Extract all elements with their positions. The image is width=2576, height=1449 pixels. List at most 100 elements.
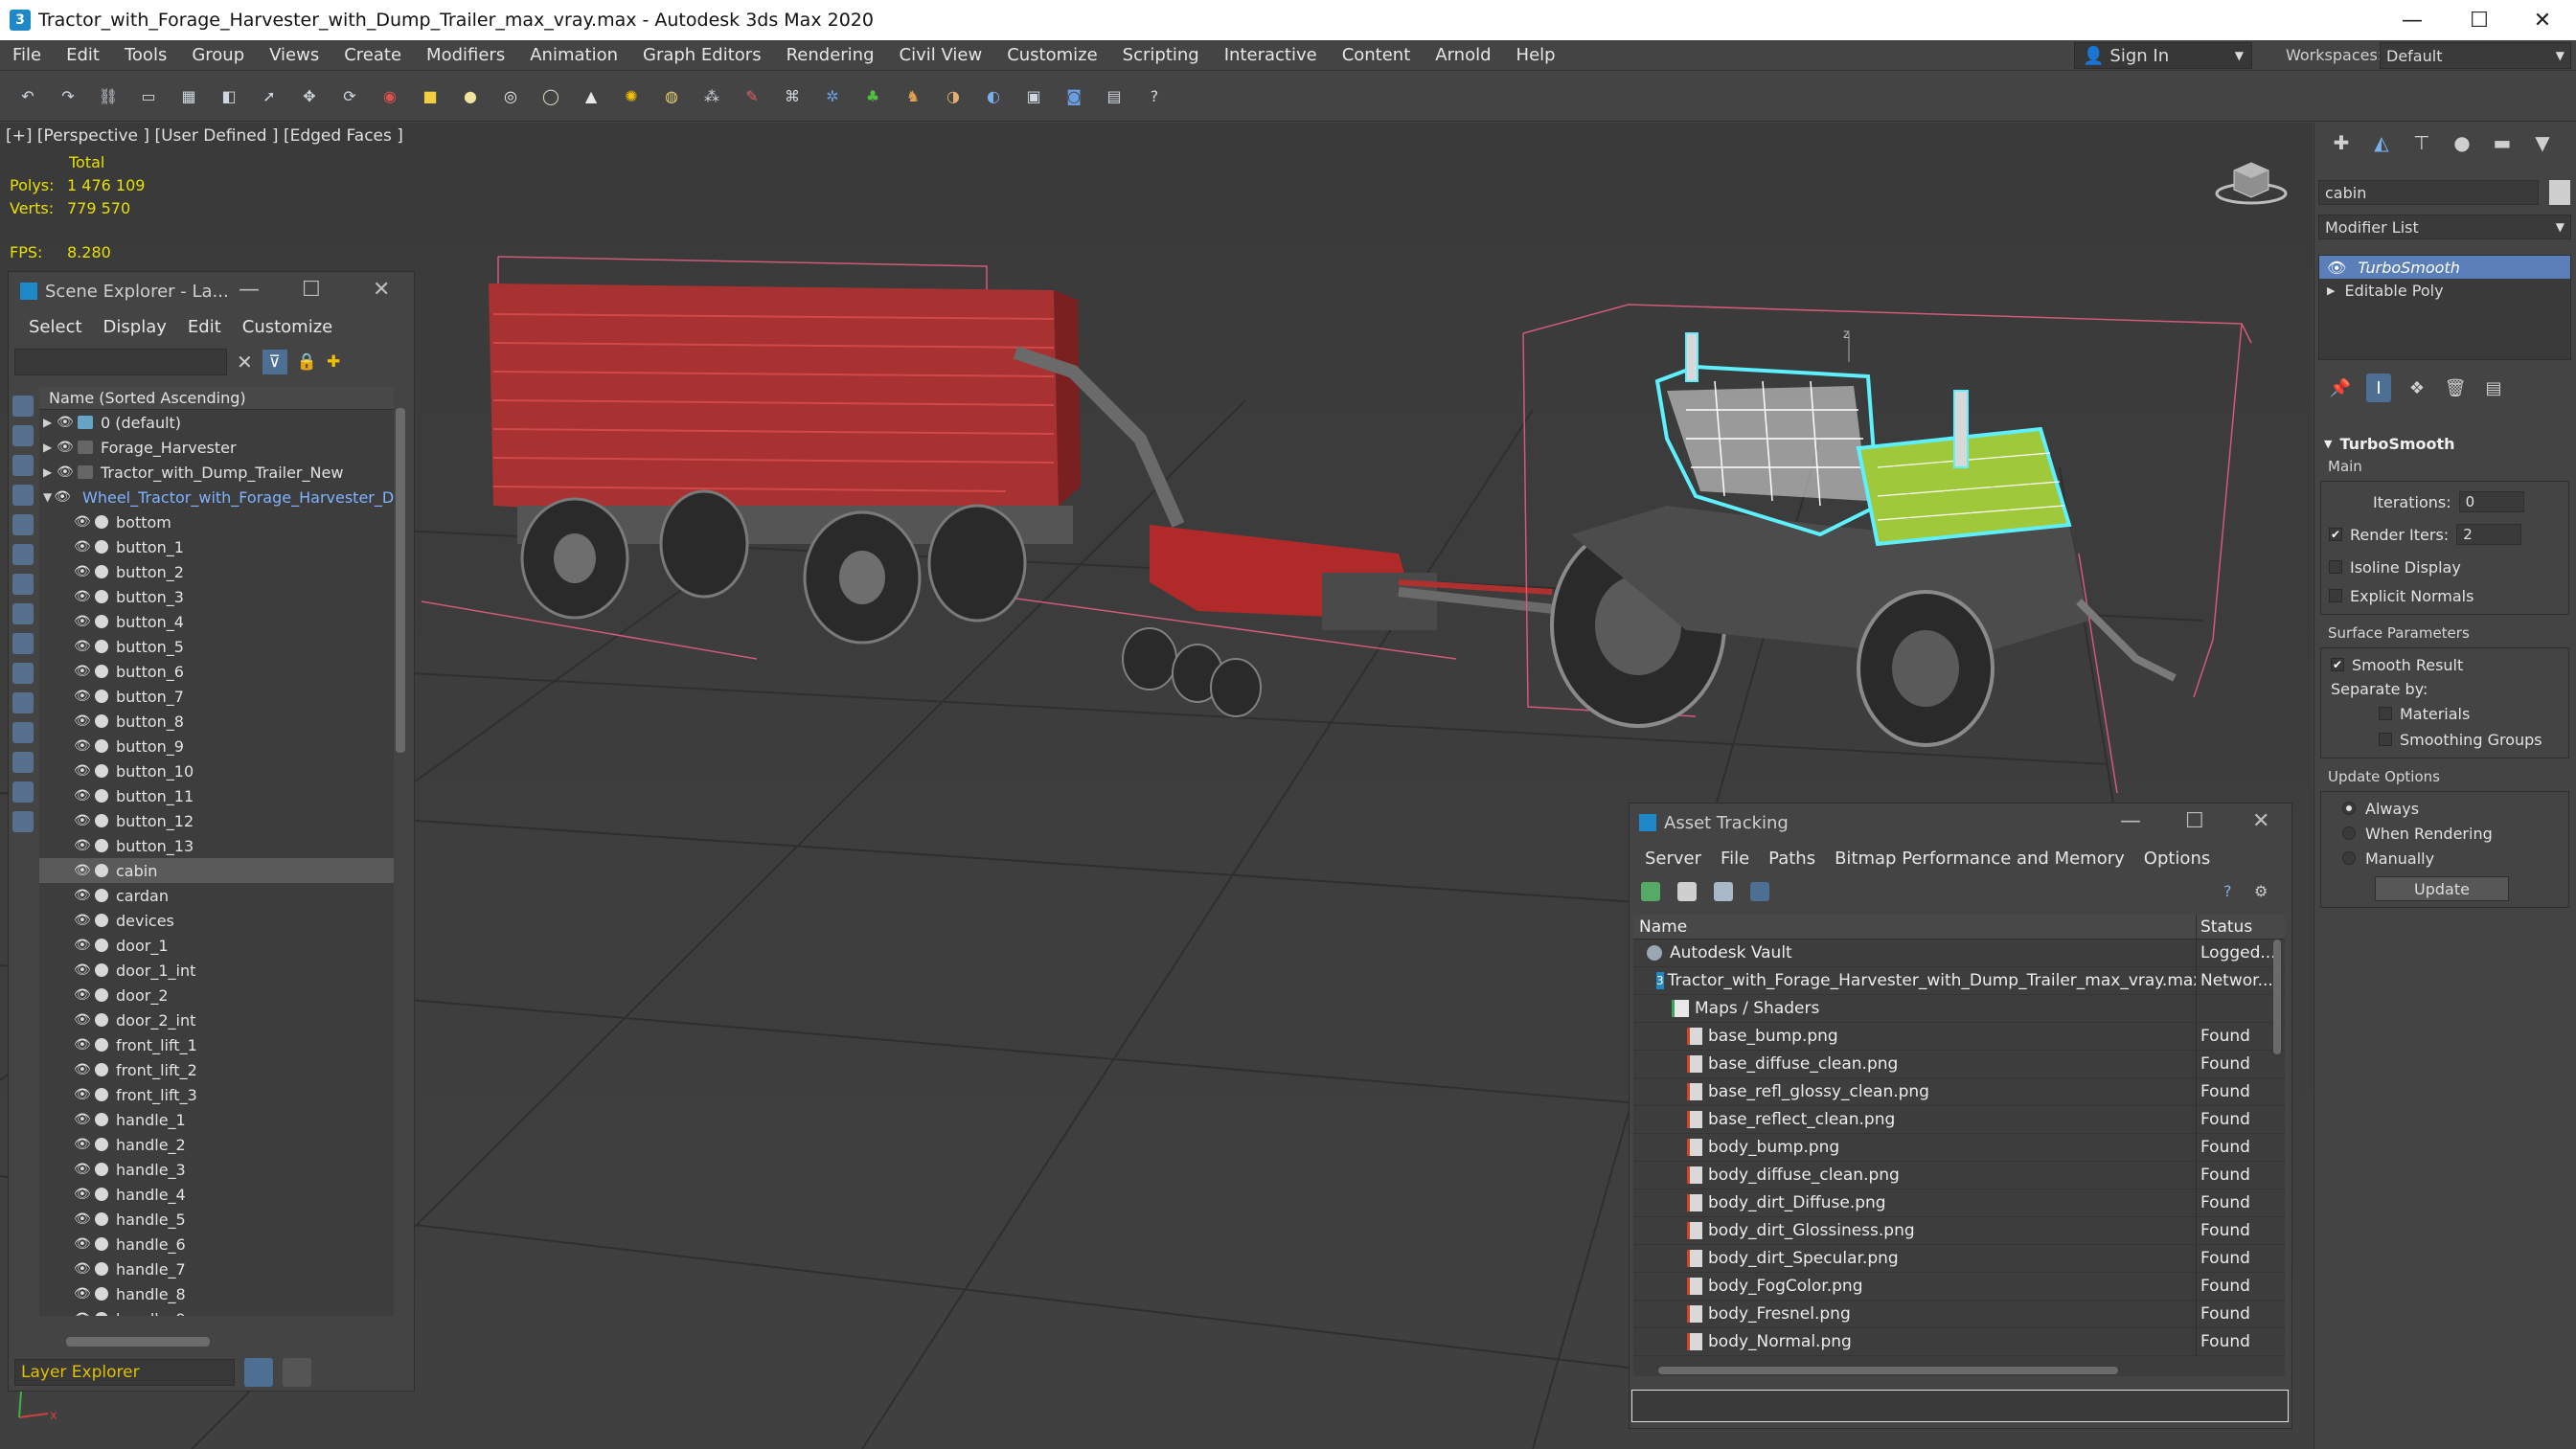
scene-object-row[interactable]: 👁 front_lift_2 [39,1057,394,1082]
scene-object-row[interactable]: 👁 front_lift_3 [39,1082,394,1107]
scene-search-input[interactable] [14,349,227,375]
visibility-icon[interactable]: 👁 [74,1037,91,1053]
visibility-icon[interactable]: 👁 [74,863,91,878]
scene-object-row[interactable]: 👁 button_8 [39,709,394,734]
maximize-icon[interactable]: ☐ [2185,809,2204,833]
layer-row-default[interactable]: ▶ 👁 0 (default) [39,410,394,435]
clear-search-icon[interactable]: ✕ [237,351,253,374]
menu-group[interactable]: Group [179,45,257,65]
visibility-icon[interactable]: 👁 [74,788,91,804]
render-icon[interactable]: ◙ [1061,84,1086,109]
maximize-icon[interactable]: ☐ [302,278,321,302]
visibility-icon[interactable]: 👁 [74,1236,91,1252]
layer-explorer-icon[interactable] [244,1358,273,1387]
when-rendering-radio[interactable] [2342,826,2356,840]
display-cameras-icon[interactable] [12,485,34,506]
asset-row-bitmap[interactable]: body_bump.png Found [1633,1134,2285,1162]
display-all-icon[interactable] [12,752,34,773]
create-tab-icon[interactable]: ✚ [2328,130,2355,155]
object-row-tractor-dump-trailer[interactable]: ▶ 👁 Tractor_with_Dump_Trailer_New [39,460,394,485]
always-radio[interactable] [2342,802,2356,815]
scene-object-row[interactable]: 👁 door_1 [39,933,394,958]
scene-tree-hscroll[interactable] [66,1337,210,1347]
manually-radio[interactable] [2342,851,2356,865]
visibility-icon[interactable]: 👁 [54,489,71,505]
display-groups-icon[interactable] [12,574,34,595]
sphere-icon[interactable]: ● [458,84,483,109]
scene-object-row[interactable]: 👁 handle_6 [39,1232,394,1257]
scene-object-row[interactable]: 👁 button_12 [39,808,394,833]
iterations-spinner[interactable]: 0 [2458,491,2524,512]
display-shapes-icon[interactable] [12,425,34,446]
scene-object-row[interactable]: 👁 handle_4 [39,1182,394,1207]
sign-in-dropdown[interactable]: 👤 Sign In ▼ [2074,42,2252,69]
scene-explorer-titlebar[interactable]: Scene Explorer - La... — ☐ ✕ [9,272,414,310]
visibility-icon[interactable]: 👁 [74,1137,91,1152]
geosphere-icon[interactable]: ◎ [498,84,523,109]
scene-object-row[interactable]: 👁 handle_7 [39,1257,394,1281]
torus-icon[interactable]: ◯ [538,84,563,109]
se-menu-select[interactable]: Select [18,317,93,337]
display-invert-icon[interactable] [12,811,34,832]
at-menu-server[interactable]: Server [1635,849,1711,869]
display-xrefs-icon[interactable] [12,603,34,624]
visibility-icon[interactable]: 👁 [74,514,91,530]
visibility-icon[interactable]: 👁 [74,938,91,953]
scene-object-row[interactable]: 👁 cardan [39,883,394,908]
pin-stack-icon[interactable]: 📌 [2328,374,2353,402]
at-menu-file[interactable]: File [1711,849,1759,869]
visibility-icon[interactable]: 👁 [74,1062,91,1077]
undo-icon[interactable]: ↶ [15,84,40,109]
update-button[interactable]: Update [2375,876,2509,901]
visibility-icon[interactable]: 👁 [74,1286,91,1302]
visibility-icon[interactable]: 👁 [74,713,91,729]
visibility-icon[interactable]: 👁 [74,539,91,555]
visibility-icon[interactable]: 👁 [74,1012,91,1028]
unlink-icon[interactable]: ▭ [136,84,161,109]
asset-row-max-file[interactable]: 3 Tractor_with_Forage_Harvester_with_Dump… [1633,967,2285,995]
redo-icon[interactable]: ↷ [56,84,80,109]
visibility-icon[interactable]: 👁 [74,664,91,679]
asset-row-bitmap[interactable]: base_bump.png Found [1633,1023,2285,1051]
light-icon[interactable]: ✺ [619,84,644,109]
display-frozen-icon[interactable] [12,692,34,713]
display-helpers-icon[interactable] [12,514,34,535]
at-menu-options[interactable]: Options [2134,849,2220,869]
close-icon[interactable]: ✕ [373,278,390,302]
add-layer-icon[interactable]: ✚ [327,352,340,372]
asset-table-hscroll[interactable] [1658,1367,2118,1374]
asset-row-maps-shaders[interactable]: Maps / Shaders [1633,995,2285,1023]
asset-row-bitmap[interactable]: base_refl_glossy_clean.png Found [1633,1078,2285,1106]
visibility-icon[interactable]: 👁 [74,589,91,604]
status-column-header[interactable]: Status [2197,915,2275,939]
scene-object-row[interactable]: 👁 button_7 [39,684,394,709]
visibility-icon[interactable]: 👁 [74,1261,91,1277]
expand-arrow-icon[interactable]: ▶ [43,441,55,454]
smoothing-groups-checkbox[interactable] [2379,733,2392,746]
plant-icon[interactable]: ♣ [860,84,885,109]
scene-object-row[interactable]: 👁 button_1 [39,534,394,559]
display-tab-icon[interactable]: ▬ [2489,130,2516,155]
render-iters-spinner[interactable]: 2 [2456,524,2522,545]
scene-object-row[interactable]: 👁 button_5 [39,634,394,659]
scene-object-row[interactable]: 👁 door_1_int [39,958,394,983]
visibility-icon[interactable]: 👁 [74,888,91,903]
menu-help[interactable]: Help [1504,45,1568,65]
stack-item-editable-poly[interactable]: ▶ Editable Poly [2319,279,2570,302]
remove-modifier-icon[interactable]: 🗑 [2443,374,2468,402]
asset-tracking-titlebar[interactable]: Asset Tracking — ☐ ✕ [1630,804,2291,842]
visibility-icon[interactable]: 👁 [74,1112,91,1127]
asset-row-bitmap[interactable]: base_diffuse_clean.png Found [1633,1051,2285,1078]
filter-icon[interactable]: ⊽ [262,350,287,374]
scene-tree-header[interactable]: Name (Sorted Ascending) [39,387,394,410]
particle-icon[interactable]: ⁂ [699,84,724,109]
at-menu-bitmap-performance[interactable]: Bitmap Performance and Memory [1825,849,2134,869]
menu-customize[interactable]: Customize [994,45,1109,65]
asset-row-bitmap[interactable]: body_diffuse_clean.png Found [1633,1162,2285,1189]
utilities-tab-icon[interactable]: ▼ [2529,130,2556,155]
workspace-select[interactable]: Default ▼ [2380,42,2571,69]
refresh-icon[interactable] [1641,882,1660,901]
eye-icon[interactable]: 👁 [2327,259,2346,277]
scene-object-row[interactable]: 👁 button_3 [39,584,394,609]
menu-create[interactable]: Create [331,45,414,65]
